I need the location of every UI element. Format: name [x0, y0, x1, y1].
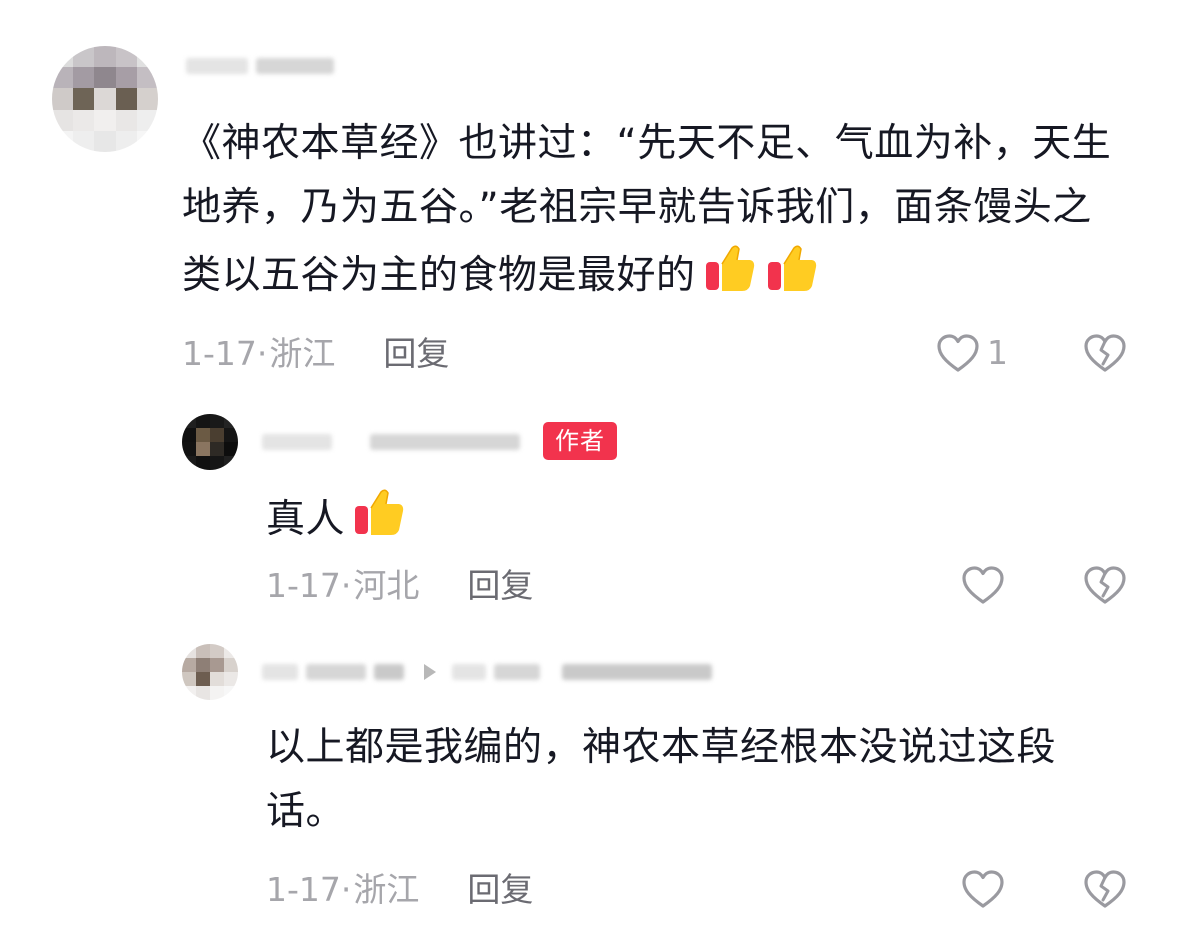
broken-heart-icon [1082, 564, 1128, 606]
heart-outline-icon [960, 564, 1006, 606]
reply-button[interactable]: 回复 [467, 870, 533, 910]
comment-location: 浙江 [353, 870, 420, 909]
comment-item: 《神农本草经》也讲过：“先天不足、气血为补，天生地养，乃为五谷。”老祖宗早就告诉… [0, 0, 1178, 400]
heart-outline-icon [960, 868, 1006, 910]
author-badge: 作者 [543, 422, 617, 460]
dislike-button[interactable] [1082, 868, 1128, 910]
comment-location: 浙江 [269, 334, 336, 373]
broken-heart-icon [1082, 868, 1128, 910]
comment-date: 1-17· [182, 334, 268, 373]
comment-text-content: 《神农本草经》也讲过：“先天不足、气血为补，天生地养，乃为五谷。”老祖宗早就告诉… [182, 121, 1112, 298]
comment-text: 以上都是我编的，神农本草经根本没说过这段话。 [266, 716, 1122, 844]
reply-button[interactable]: 回复 [383, 334, 449, 374]
avatar[interactable] [182, 644, 238, 700]
reply-arrow-icon [424, 664, 436, 680]
like-button[interactable] [960, 868, 1012, 910]
like-button[interactable] [960, 564, 1012, 606]
avatar[interactable] [182, 414, 238, 470]
broken-heart-icon [1082, 332, 1128, 374]
reply-item: 以上都是我编的，神农本草经根本没说过这段话。 1-17· 浙江 回复 [0, 630, 1178, 930]
comment-meta: 1-17· 浙江 回复 [182, 334, 449, 374]
comment-meta: 1-17· 河北 回复 [266, 566, 533, 606]
like-count: 1 [987, 333, 1008, 372]
dislike-button[interactable] [1082, 564, 1128, 606]
comment-text: 《神农本草经》也讲过：“先天不足、气血为补，天生地养，乃为五谷。”老祖宗早就告诉… [182, 112, 1122, 316]
comment-location: 河北 [353, 566, 420, 605]
comment-meta: 1-17· 浙江 回复 [266, 870, 533, 910]
username-blurred[interactable] [186, 58, 334, 74]
comment-text-content: 以上都是我编的，神农本草经根本没说过这段话。 [266, 725, 1057, 834]
comment-date: 1-17· [266, 870, 352, 909]
username-blurred[interactable] [262, 434, 520, 450]
comment-date: 1-17· [266, 566, 352, 605]
comment-text-content: 真人 [266, 497, 346, 542]
comment-thread: 《神农本草经》也讲过：“先天不足、气血为补，天生地养，乃为五谷。”老祖宗早就告诉… [0, 0, 1178, 930]
thumbs-up-icon [351, 484, 407, 560]
thumbs-up-icon [764, 240, 820, 316]
dislike-button[interactable] [1082, 332, 1128, 374]
like-button[interactable]: 1 [935, 332, 1008, 374]
reply-item: 作者 真人 1-17· 河北 回复 [0, 400, 1178, 630]
username-blurred[interactable] [262, 664, 712, 680]
thumbs-up-icon [702, 240, 758, 316]
heart-outline-icon [935, 332, 981, 374]
avatar[interactable] [52, 46, 158, 152]
reply-button[interactable]: 回复 [467, 566, 533, 606]
comment-text: 真人 [266, 484, 1126, 560]
